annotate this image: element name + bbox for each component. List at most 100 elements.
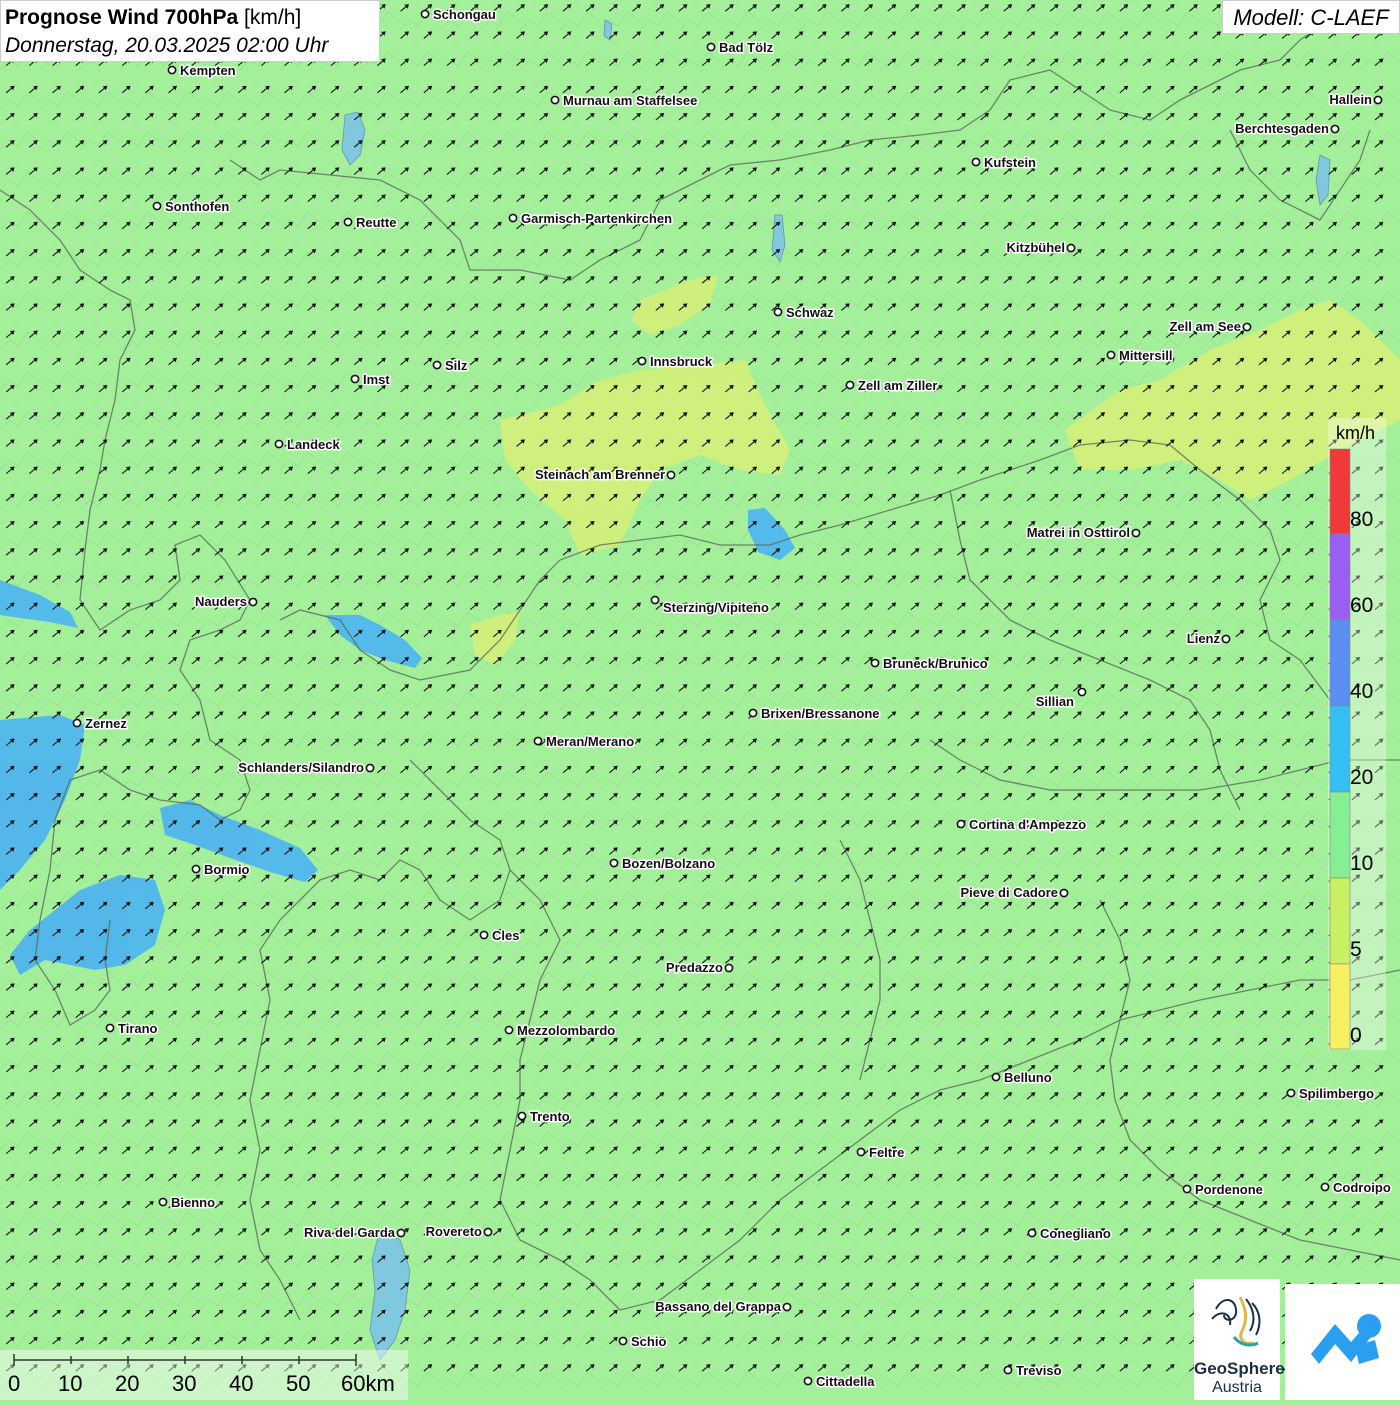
city-steinach-am-brenner: Steinach am Brenner <box>533 466 676 484</box>
city-marker <box>517 1111 527 1121</box>
city-label: Zell am Ziller <box>858 378 937 393</box>
city-label: Schio <box>631 1334 666 1349</box>
city-marker <box>1027 1228 1037 1238</box>
city-pordenone: Pordenone <box>1182 1181 1264 1199</box>
city-marker <box>748 708 758 718</box>
city-label: Bienno <box>171 1195 215 1210</box>
city-label: Schlanders/Silandro <box>238 760 364 775</box>
city-label: Meran/Merano <box>546 734 634 749</box>
city-marker <box>706 42 716 52</box>
city-label: Sterzing/Vipiteno <box>663 600 769 615</box>
legend-band-0 <box>1329 963 1351 1050</box>
city-label: Hallein <box>1329 92 1372 107</box>
city-label: Murnau am Staffelsee <box>563 93 697 108</box>
city-marker <box>724 963 734 973</box>
city-marker <box>105 1023 115 1033</box>
city-marker <box>1320 1182 1330 1192</box>
city-marker <box>1106 350 1116 360</box>
city-murnau-am-staffelsee: Murnau am Staffelsee <box>550 92 699 110</box>
geosphere-logo[interactable]: GeoSphere Austria <box>1194 1279 1285 1400</box>
city-label: Predazzo <box>666 960 723 975</box>
map-title-unit: [km/h] <box>238 6 302 29</box>
geosphere-icon <box>1211 1296 1261 1347</box>
city-marker <box>550 95 560 105</box>
city-marker <box>856 1147 866 1157</box>
legend-band-40 <box>1329 619 1351 707</box>
city-marker <box>483 1227 493 1237</box>
city-label: Sillian <box>1036 694 1074 709</box>
city-marker <box>637 356 647 366</box>
city-label: Schongau <box>433 7 496 22</box>
weather-app-logo[interactable] <box>1285 1284 1400 1400</box>
city-rovereto: Rovereto <box>424 1223 493 1241</box>
city-label: Silz <box>445 358 468 373</box>
city-marker <box>72 718 82 728</box>
city-marker <box>845 380 855 390</box>
city-label: Bormio <box>204 862 250 877</box>
city-marker <box>991 1072 1001 1082</box>
legend-label-0: 0 <box>1350 1024 1362 1047</box>
city-marker <box>1330 124 1340 134</box>
scale-label-60: 60km <box>341 1371 395 1396</box>
map-title: Prognose Wind 700hPa [km/h] <box>5 4 375 32</box>
legend-label-5: 5 <box>1350 938 1362 961</box>
city-schlanders-silandro: Schlanders/Silandro <box>237 759 375 777</box>
scale-label-0: 0 <box>8 1371 21 1396</box>
city-label: Bassano del Grappa <box>655 1299 781 1314</box>
city-marker <box>956 819 966 829</box>
legend-colorbar <box>1329 448 1351 1050</box>
city-marker <box>479 930 489 940</box>
city-label: Spilimbergo <box>1299 1086 1374 1101</box>
city-marker <box>773 307 783 317</box>
city-marker <box>1077 687 1087 697</box>
city-label: Belluno <box>1004 1070 1052 1085</box>
city-label: Bad Tölz <box>719 40 774 55</box>
city-marker <box>803 1376 813 1386</box>
city-label: Lienz <box>1187 631 1221 646</box>
city-label: Pieve di Cadore <box>960 885 1058 900</box>
city-matrei-in-osttirol: Matrei in Osttirol <box>1025 524 1141 542</box>
scale-label-10: 10 <box>58 1371 83 1396</box>
city-marker <box>167 65 177 75</box>
city-bruneck-brunico: Bruneck/Brunico <box>870 655 989 673</box>
city-label: Riva del Garda <box>304 1225 396 1240</box>
city-zell-am-ziller: Zell am Ziller <box>845 377 939 395</box>
city-label: Cittadella <box>816 1374 875 1389</box>
title-box: Prognose Wind 700hPa [km/h] Donnerstag, … <box>0 0 380 62</box>
city-marker <box>152 201 162 211</box>
scale-label-40: 40 <box>229 1371 254 1396</box>
legend-band-10 <box>1329 791 1351 879</box>
city-marker <box>274 439 284 449</box>
city-label: Zernez <box>85 716 127 731</box>
city-marker <box>191 864 201 874</box>
city-label: Kempten <box>180 63 236 78</box>
geosphere-name: GeoSphere <box>1194 1359 1285 1378</box>
city-predazzo: Predazzo <box>664 959 734 977</box>
city-label: Cortina d'Ampezzo <box>969 817 1086 832</box>
legend-band-60 <box>1329 533 1351 621</box>
city-meran-merano: Meran/Merano <box>533 733 636 751</box>
city-kitzbühel: Kitzbühel <box>1005 239 1076 257</box>
city-marker <box>1286 1088 1296 1098</box>
legend-unit: km/h <box>1336 423 1376 443</box>
city-label: Innsbruck <box>650 354 713 369</box>
city-label: Sonthofen <box>165 199 229 214</box>
forecast-date: Donnerstag, 20.03.2025 02:00 Uhr <box>5 34 329 57</box>
weather-app-icon <box>1311 1314 1381 1364</box>
city-label: Zell am See <box>1169 319 1241 334</box>
city-marker <box>971 157 981 167</box>
city-marker <box>504 1025 514 1035</box>
model-label: Modell: C-LAEF <box>1222 0 1400 34</box>
city-label: Brixen/Bressanone <box>761 706 880 721</box>
city-label: Schwaz <box>786 305 834 320</box>
city-label: Bozen/Bolzano <box>622 856 715 871</box>
legend-label-80: 80 <box>1350 508 1374 531</box>
city-label: Cles <box>492 928 519 943</box>
city-marker <box>432 360 442 370</box>
city-marker <box>1003 1365 1013 1375</box>
city-marker <box>365 763 375 773</box>
city-label: Nauders <box>195 594 247 609</box>
city-label: Matrei in Osttirol <box>1027 525 1130 540</box>
city-garmisch-partenkirchen: Garmisch-Partenkirchen <box>508 210 674 228</box>
city-marker <box>350 374 360 384</box>
